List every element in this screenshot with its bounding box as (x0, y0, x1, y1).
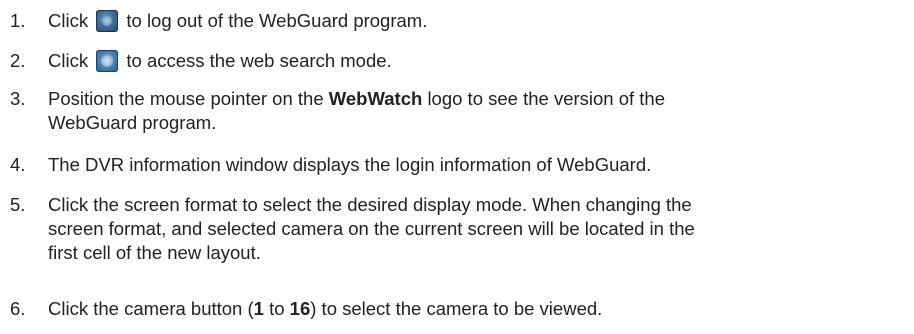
item-text-before: Click (48, 10, 89, 31)
item-text-line1-before: Position the mouse pointer on the (48, 88, 324, 109)
item-text: Click to access the web search mode. (48, 49, 908, 73)
item-text-after: to access the web search mode. (126, 50, 392, 71)
item-number: 4. (10, 154, 26, 175)
item-number: 1. (10, 10, 26, 31)
item-number: 6. (10, 298, 26, 319)
camera-range-start: 1 (253, 298, 264, 319)
item-text-line3: first cell of the new layout. (48, 242, 261, 263)
item-text-line2: screen format, and selected camera on th… (48, 218, 695, 239)
item-number: 2. (10, 50, 26, 71)
item-text: Click the screen format to select the de… (48, 193, 908, 265)
item-text-after: ) to select the camera to be viewed. (310, 298, 603, 319)
item-text-line1: The DVR information window displays the … (48, 154, 652, 175)
item-text-line1-after: logo to see the version of the (427, 88, 666, 109)
item-text: Click the camera button (1 to 16) to sel… (48, 297, 908, 321)
camera-range-end: 16 (289, 298, 311, 319)
item-text-after: to log out of the WebGuard program. (126, 10, 428, 31)
item-text-before: Click the camera button ( (48, 298, 254, 319)
item-text-line2: WebGuard program. (48, 112, 217, 133)
search-mode-icon (96, 50, 119, 72)
item-text: Click to log out of the WebGuard program… (48, 9, 908, 33)
item-number: 5. (10, 194, 26, 215)
item-text: The DVR information window displays the … (48, 153, 908, 177)
item-text-middle: to (263, 298, 290, 319)
item-number: 3. (10, 88, 26, 109)
item-text-before: Click (48, 50, 89, 71)
logout-icon (96, 10, 119, 32)
item-text: Position the mouse pointer on the WebWat… (48, 87, 908, 135)
webwatch-logo-name: WebWatch (328, 88, 423, 109)
item-text-line1: Click the screen format to select the de… (48, 194, 692, 215)
